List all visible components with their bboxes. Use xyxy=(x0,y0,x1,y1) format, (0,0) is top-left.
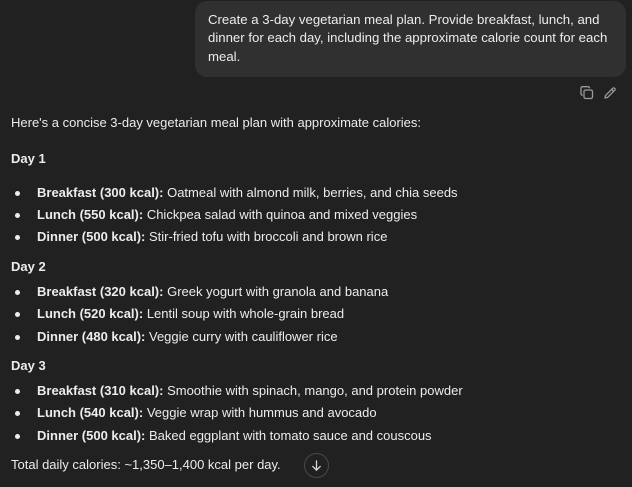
meal-label: Lunch (540 kcal): xyxy=(37,405,144,420)
edit-icon[interactable] xyxy=(602,85,618,101)
meal-description: Stir-fried tofu with broccoli and brown … xyxy=(145,229,388,244)
meal-label: Lunch (550 kcal): xyxy=(37,207,144,222)
bullet-icon xyxy=(15,389,20,394)
meal-description: Veggie wrap with hummus and avocado xyxy=(143,405,377,420)
bullet-icon xyxy=(15,290,20,295)
response-intro: Here's a concise 3-day vegetarian meal p… xyxy=(11,115,422,130)
bullet-icon xyxy=(15,312,20,317)
meal-description: Smoothie with spinach, mango, and protei… xyxy=(163,383,463,398)
total-calories: Total daily calories: ~1,350–1,400 kcal … xyxy=(11,457,281,472)
copy-icon[interactable] xyxy=(579,85,595,101)
scroll-to-bottom-button[interactable] xyxy=(304,453,329,478)
meal-label: Breakfast (300 kcal): xyxy=(37,185,164,200)
meal-description: Veggie curry with cauliflower rice xyxy=(145,329,338,344)
bullet-icon xyxy=(15,235,20,240)
meal-label: Dinner (500 kcal): xyxy=(37,428,146,443)
day-2-heading: Day 2 xyxy=(11,259,46,274)
meal-label: Dinner (480 kcal): xyxy=(37,329,146,344)
day-1-heading: Day 1 xyxy=(11,151,46,166)
bullet-icon xyxy=(15,434,20,439)
user-message-bubble: Create a 3-day vegetarian meal plan. Pro… xyxy=(195,1,626,77)
meal-label: Breakfast (320 kcal): xyxy=(37,284,164,299)
meal-description: Baked eggplant with tomato sauce and cou… xyxy=(145,428,432,443)
bullet-icon xyxy=(15,213,20,218)
bullet-icon xyxy=(15,411,20,416)
meal-description: Chickpea salad with quinoa and mixed veg… xyxy=(143,207,418,222)
meal-label: Breakfast (310 kcal): xyxy=(37,383,164,398)
meal-label: Lunch (520 kcal): xyxy=(37,306,144,321)
day-3-heading: Day 3 xyxy=(11,358,46,373)
arrow-down-icon xyxy=(312,460,321,471)
message-actions xyxy=(579,85,618,101)
bullet-icon xyxy=(15,335,20,340)
bullet-icon xyxy=(15,191,20,196)
user-message-text: Create a 3-day vegetarian meal plan. Pro… xyxy=(208,12,608,64)
meal-description: Greek yogurt with granola and banana xyxy=(163,284,389,299)
chat-page: Create a 3-day vegetarian meal plan. Pro… xyxy=(0,0,632,487)
meal-label: Dinner (500 kcal): xyxy=(37,229,146,244)
meal-description: Lentil soup with whole-grain bread xyxy=(143,306,345,321)
meal-description: Oatmeal with almond milk, berries, and c… xyxy=(163,185,458,200)
